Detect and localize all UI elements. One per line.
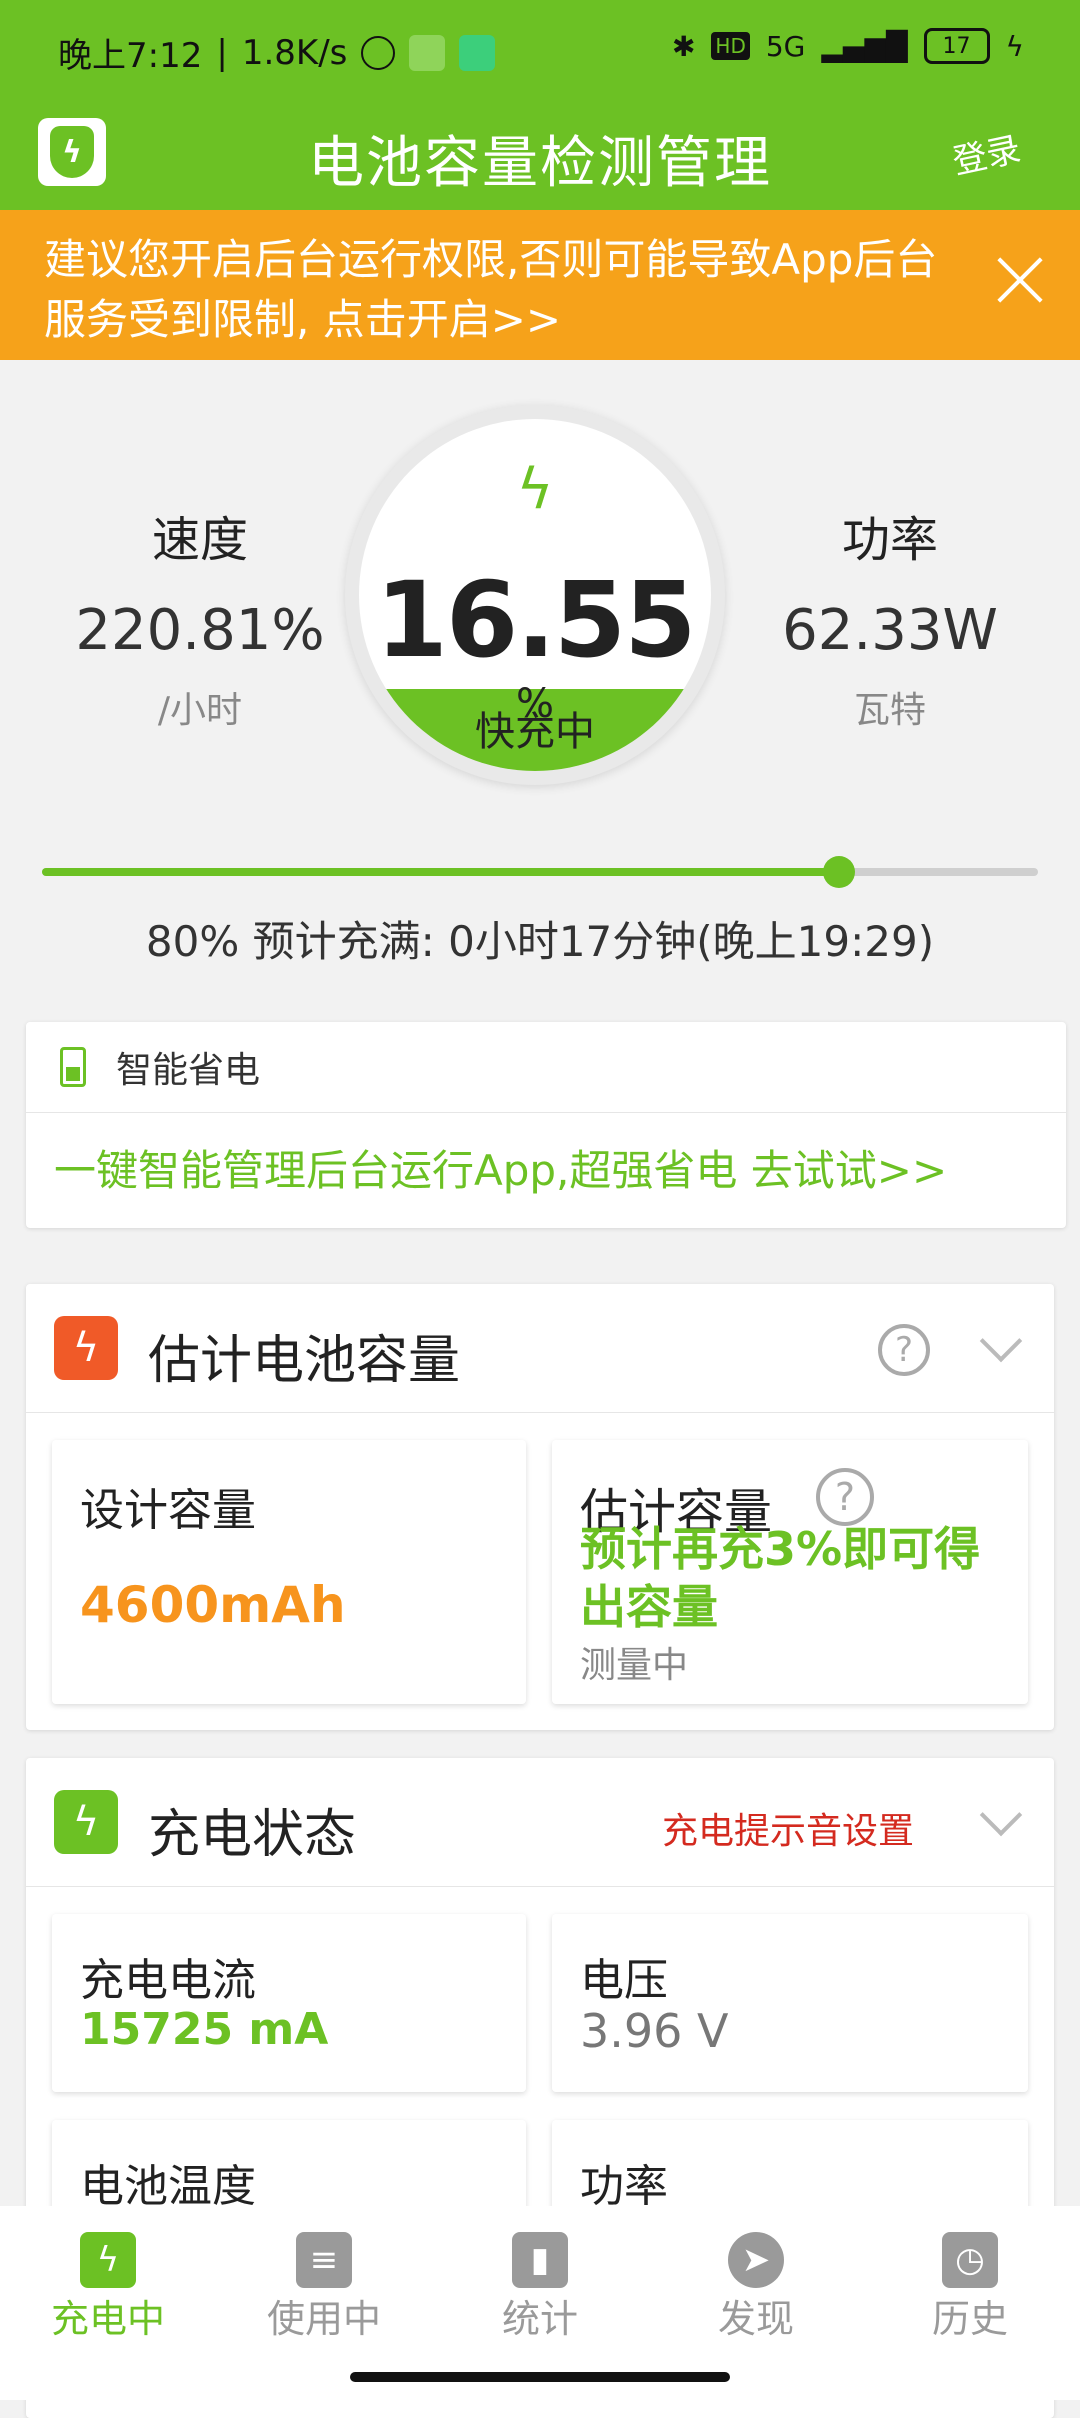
bluetooth-icon: ✱ [671, 29, 696, 63]
chevron-down-icon[interactable] [979, 1319, 1023, 1363]
power-card-label: 功率 [580, 2161, 668, 2212]
compass-icon: ➤ [728, 2232, 784, 2288]
smart-save-card: 智能省电 一键智能管理后台运行App,超强省电 去试试>> [26, 1022, 1066, 1228]
charge-current-value: 15725 mA [80, 2004, 329, 2055]
estimated-capacity-status: 测量中 [580, 1645, 689, 1686]
capacity-card: ϟ 估计电池容量 ? 设计容量 4600mAh 估计容量 ? 预计再充3%即可得… [26, 1284, 1054, 1730]
voltage-card: 电压 3.96 V [552, 1914, 1028, 2092]
speed-value: 220.81% [75, 598, 325, 663]
bar-chart-icon: ▮ [512, 2232, 568, 2288]
charge-estimate-text: 80% 预计充满: 0小时17分钟(晚上19:29) [145, 917, 935, 966]
phone-bolt-icon: ϟ [54, 1316, 118, 1380]
power-value: 62.33W [782, 598, 998, 663]
signal-icon: ▂▄▆█ [821, 29, 908, 63]
charge-target-fill [42, 868, 839, 876]
network-label: 5G [765, 29, 806, 63]
lightning-icon: ϟ [54, 1790, 118, 1854]
smart-save-title: 智能省电 [116, 1050, 261, 1091]
nav-stats-label: 统计 [501, 2297, 578, 2341]
nav-in-use-label: 使用中 [266, 2297, 381, 2341]
nav-stats[interactable]: ▮ 统计 [450, 2232, 630, 2343]
help-icon[interactable]: ? [816, 1468, 874, 1526]
status-bar: 晚上7:12 | 1.8K/s ✱ HD 5G ▂▄▆█ 17 ϟ [0, 0, 1080, 100]
speed-unit: /小时 [157, 690, 243, 731]
notification-muted-icon [361, 35, 396, 70]
status-speed: 1.8K/s [241, 32, 348, 73]
battery-level: 17 [942, 33, 971, 59]
nav-history-label: 历史 [931, 2297, 1008, 2341]
background-permission-notice[interactable]: 建议您开启后台运行权限,否则可能导致App后台服务受到限制, 点击开启>> [0, 210, 1080, 360]
lightning-icon: ϟ [516, 457, 554, 522]
chevron-down-icon[interactable] [979, 1793, 1023, 1837]
battery-small-icon [60, 1047, 86, 1087]
estimated-capacity-message: 预计再充3%即可得出容量 [580, 1522, 981, 1634]
power-unit: 瓦特 [853, 690, 926, 731]
charge-current-card: 充电电流 15725 mA [52, 1914, 526, 2092]
battery-temp-label: 电池温度 [80, 2161, 256, 2212]
charging-state: 快充中 [475, 709, 595, 755]
speed-stat: 速度 220.81% /小时 [70, 500, 330, 733]
capacity-title: 估计电池容量 [148, 1331, 461, 1391]
voltage-label: 电压 [580, 1955, 668, 2006]
design-capacity-card: 设计容量 4600mAh [52, 1440, 526, 1704]
nav-charging[interactable]: ϟ 充电中 [18, 2232, 198, 2343]
nav-charging-label: 充电中 [50, 2297, 165, 2341]
clock-icon: ◷ [942, 2232, 998, 2288]
charge-tone-settings-link[interactable]: 充电提示音设置 [662, 1802, 914, 1854]
nav-discover[interactable]: ➤ 发现 [666, 2232, 846, 2343]
battery-gauge: ϟ 16.55 % 快充中 [345, 405, 725, 785]
design-capacity-value: 4600mAh [80, 1576, 346, 1634]
battery-icon: ≡ [296, 2232, 352, 2288]
battery-icon: 17 [923, 28, 990, 64]
power-stat: 功率 62.33W 瓦特 [760, 500, 1020, 733]
close-icon[interactable] [990, 250, 1050, 310]
battery-charging-icon: ϟ [80, 2232, 136, 2288]
charge-state-title: 充电状态 [148, 1805, 357, 1865]
status-time: 晚上7:12 [58, 36, 203, 76]
design-capacity-label: 设计容量 [80, 1485, 256, 1536]
charge-target-slider[interactable] [42, 856, 1038, 888]
shield-app-icon [459, 34, 496, 71]
page-title: 电池容量检测管理 [308, 131, 772, 196]
nav-discover-label: 发现 [717, 2297, 794, 2341]
voltage-value: 3.96 V [580, 2004, 729, 2058]
help-icon[interactable]: ? [878, 1324, 930, 1376]
nav-history[interactable]: ◷ 历史 [880, 2232, 1060, 2343]
nav-in-use[interactable]: ≡ 使用中 [234, 2232, 414, 2343]
bottom-nav: ϟ 充电中 ≡ 使用中 ▮ 统计 ➤ 发现 ◷ 历史 [0, 2206, 1080, 2400]
charge-target-handle[interactable] [822, 856, 855, 888]
estimated-capacity-card: 估计容量 ? 预计再充3%即可得出容量 测量中 [552, 1440, 1028, 1704]
smart-save-link[interactable]: 一键智能管理后台运行App,超强省电 去试试>> [26, 1113, 1066, 1198]
charging-bolt-icon: ϟ [1005, 29, 1024, 63]
hd-icon: HD [711, 32, 750, 60]
speed-label: 速度 [151, 512, 248, 568]
charge-current-label: 充电电流 [80, 1955, 256, 2006]
charging-app-icon [409, 34, 446, 71]
power-label: 功率 [841, 512, 938, 568]
notice-text[interactable]: 建议您开启后台运行权限,否则可能导致App后台服务受到限制, 点击开启>> [44, 235, 937, 344]
app-bar: ϟ 电池容量检测管理 登录 [0, 100, 1080, 210]
gauge-value: 16.55 [375, 559, 697, 681]
home-indicator [350, 2372, 730, 2382]
